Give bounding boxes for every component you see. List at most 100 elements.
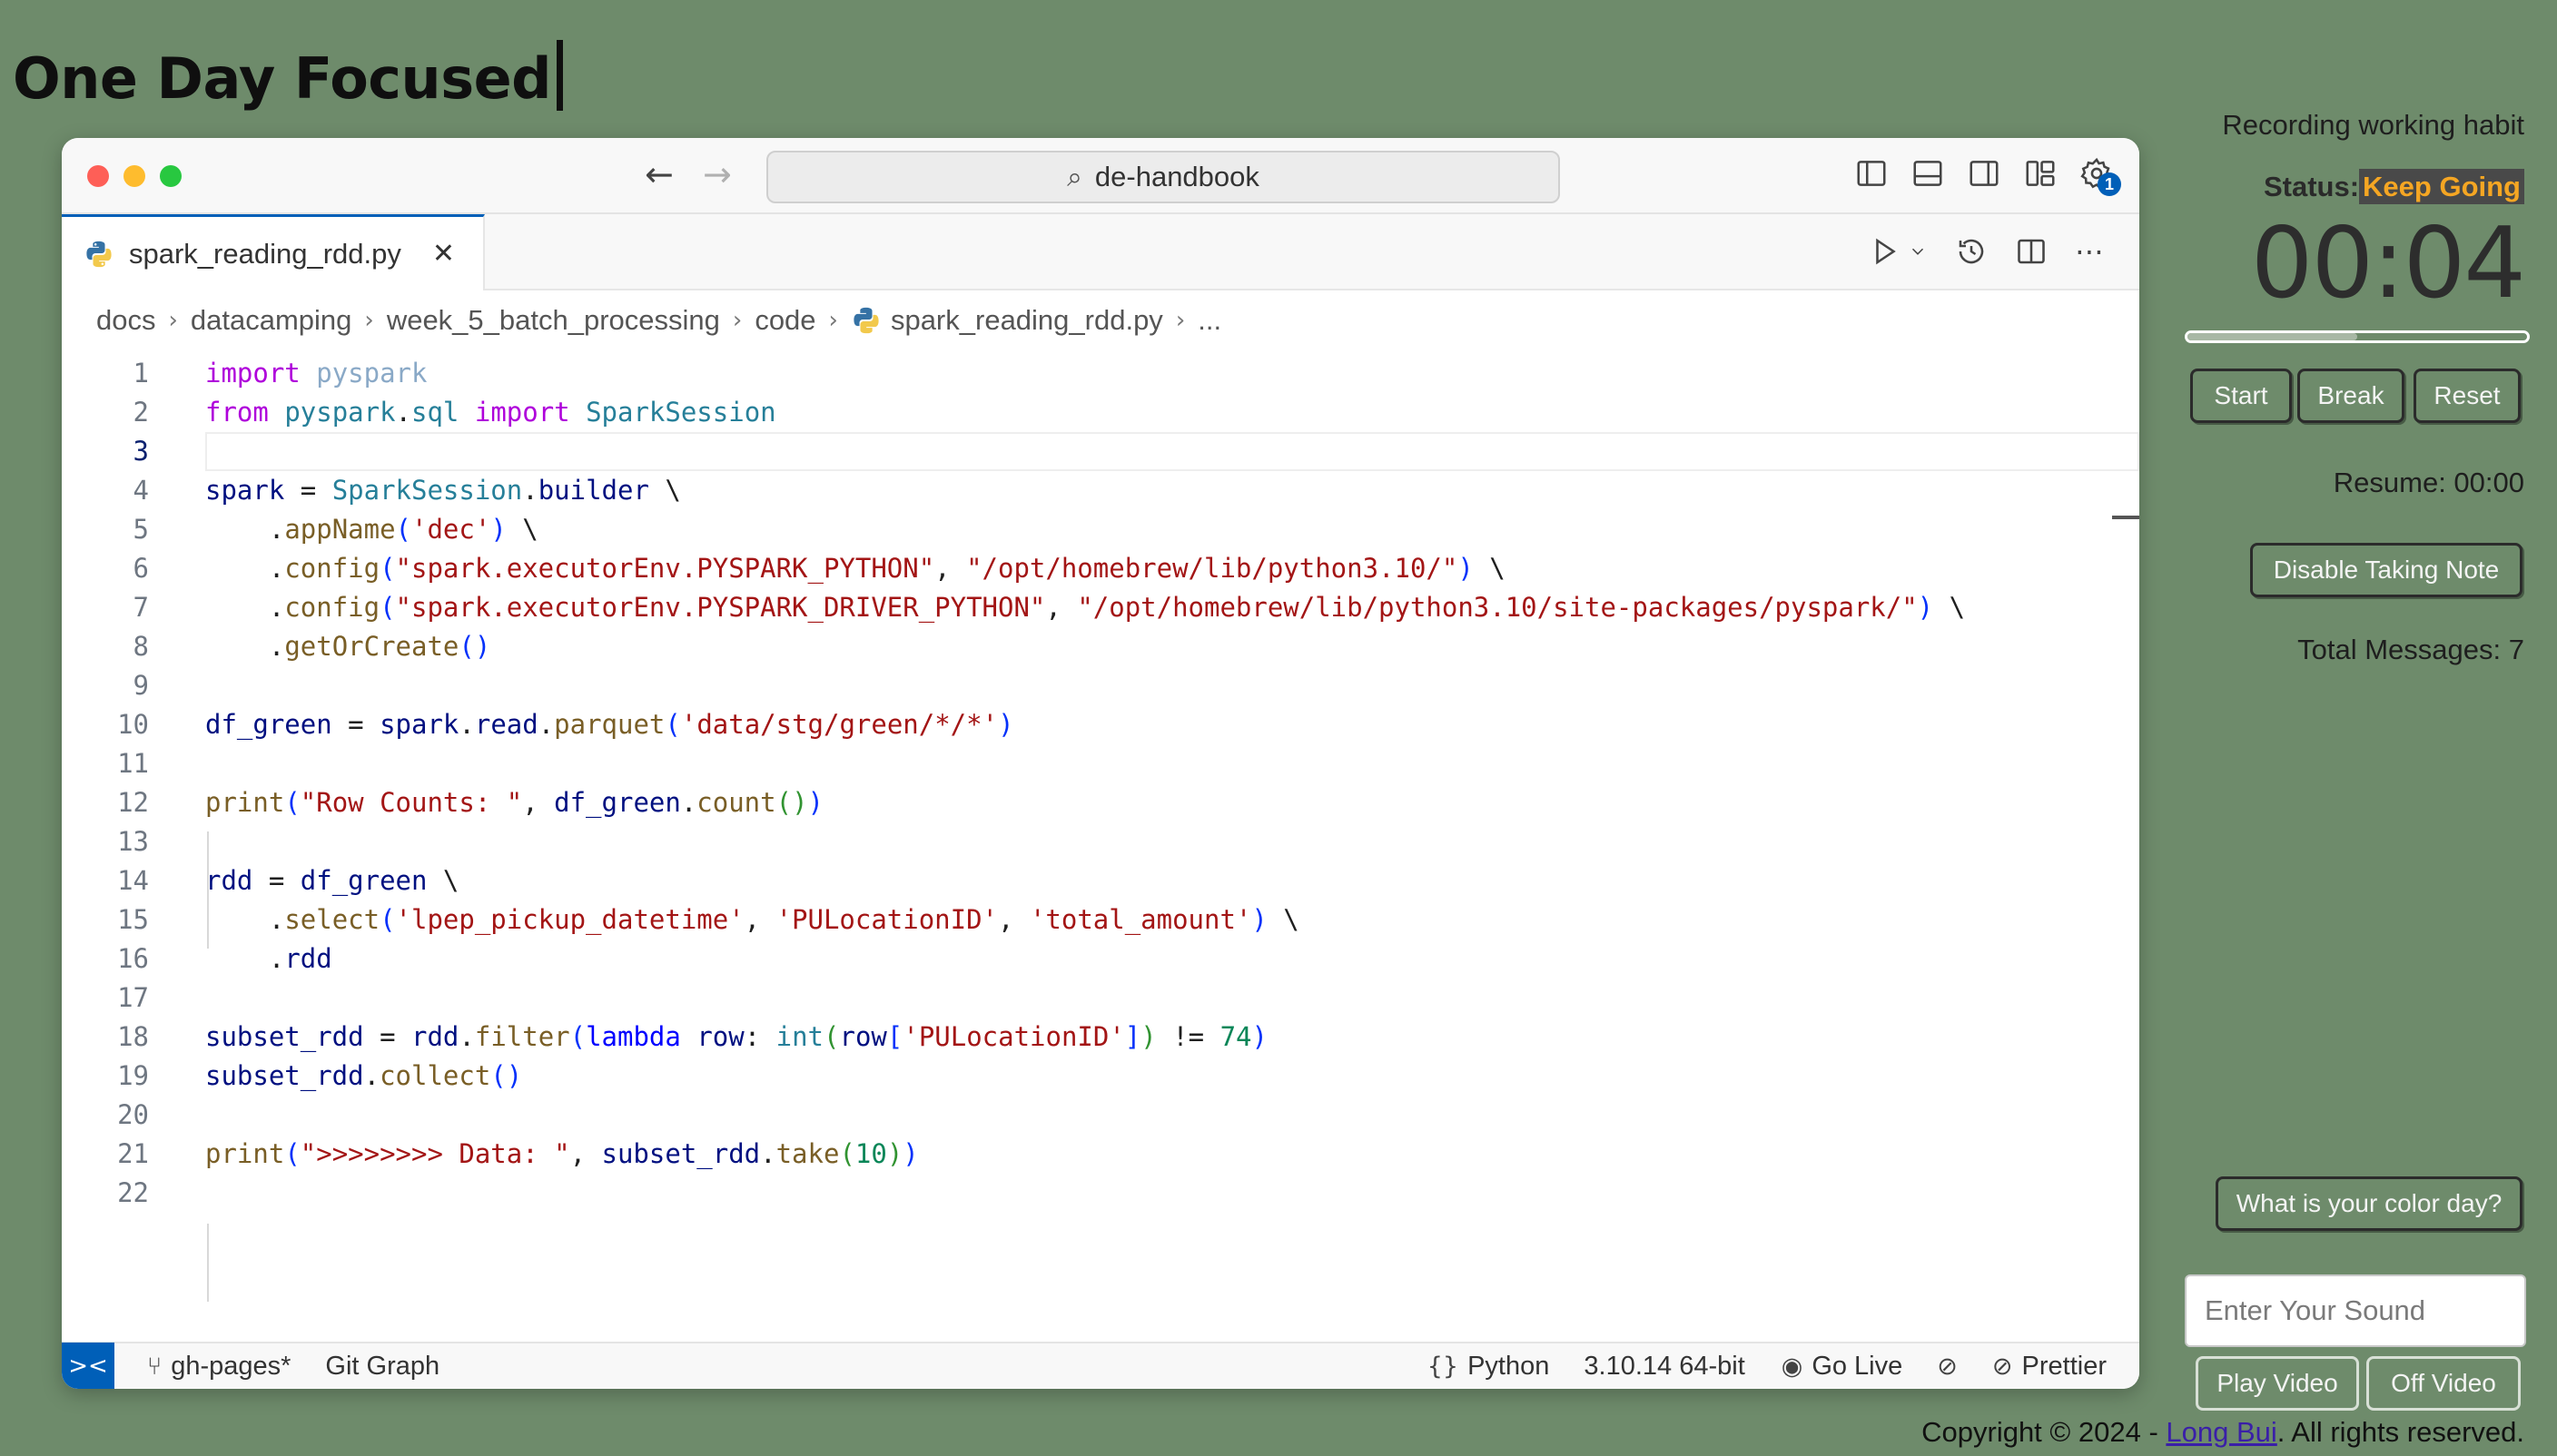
go-live-item[interactable]: ◉ Go Live xyxy=(1782,1352,1903,1382)
line-number: 7 xyxy=(133,592,149,623)
toggle-secondary-sidebar-icon[interactable] xyxy=(1967,156,2001,191)
code-line: 1 import pyspark xyxy=(62,354,2139,393)
notification-badge: 1 xyxy=(2098,172,2121,196)
breadcrumb-item[interactable]: ... xyxy=(1198,304,1221,337)
breadcrumb-item[interactable]: docs xyxy=(96,304,155,337)
toggle-panel-icon[interactable] xyxy=(1910,156,1945,191)
prettier-item[interactable]: ⊘ Prettier xyxy=(1992,1352,2107,1382)
break-button[interactable]: Break xyxy=(2297,369,2404,423)
line-number: 1 xyxy=(133,358,149,389)
command-center-search[interactable]: ⌕ de-handbook xyxy=(766,151,1560,203)
code-line: 4 spark = SparkSession.builder \ xyxy=(62,471,2139,510)
line-number: 13 xyxy=(117,826,149,857)
chevron-right-icon: › xyxy=(828,307,838,334)
breadcrumb-item[interactable]: spark_reading_rdd.py xyxy=(891,304,1163,337)
page-title: One Day Focused xyxy=(13,40,564,112)
minimize-window-button[interactable] xyxy=(123,165,145,187)
code-line: 2 from pyspark.sql import SparkSession xyxy=(62,393,2139,432)
line-number: 2 xyxy=(133,397,149,428)
git-branch-label: gh-pages* xyxy=(171,1351,291,1381)
timer-display: 00:04 xyxy=(2250,207,2526,320)
braces-icon: {} xyxy=(1427,1352,1459,1381)
color-day-button[interactable]: What is your color day? xyxy=(2216,1176,2522,1231)
code-line: 16 .rdd xyxy=(62,940,2139,979)
copilot-disabled-icon: ⊘ xyxy=(1937,1352,1958,1381)
language-label: Python xyxy=(1467,1351,1550,1381)
git-graph-item[interactable]: Git Graph xyxy=(325,1352,439,1382)
disable-taking-note-button[interactable]: Disable Taking Note xyxy=(2250,543,2522,597)
git-branch-item[interactable]: ⑂ gh-pages* xyxy=(147,1352,291,1382)
reset-button[interactable]: Reset xyxy=(2414,369,2521,423)
timer-progress-bar xyxy=(2185,330,2530,343)
code-line: 8 .getOrCreate() xyxy=(62,627,2139,666)
zoom-window-button[interactable] xyxy=(160,165,182,187)
broadcast-icon: ◉ xyxy=(1781,1352,1803,1381)
line-number: 16 xyxy=(117,943,149,974)
breadcrumb-item[interactable]: week_5_batch_processing xyxy=(387,304,720,337)
play-video-button[interactable]: Play Video xyxy=(2196,1356,2359,1411)
code-line: 9 xyxy=(62,666,2139,705)
line-number: 15 xyxy=(117,904,149,935)
line-number: 6 xyxy=(133,553,149,584)
breadcrumb-item[interactable]: datacamping xyxy=(191,304,352,337)
git-graph-label: Git Graph xyxy=(325,1351,440,1381)
customize-layout-icon[interactable] xyxy=(2023,156,2058,191)
split-editor-icon[interactable] xyxy=(2015,235,2048,268)
language-mode-item[interactable]: {} Python xyxy=(1427,1352,1550,1382)
line-number: 19 xyxy=(117,1060,149,1091)
author-link[interactable]: Long Bui xyxy=(2166,1416,2276,1448)
code-line: 12 print("Row Counts: ", df_green.count()… xyxy=(62,783,2139,822)
more-actions-icon[interactable]: ⋯ xyxy=(2075,234,2107,269)
code-line: 13 xyxy=(62,822,2139,861)
breadcrumb: docs › datacamping › week_5_batch_proces… xyxy=(96,292,1221,349)
recording-caption: Recording working habit xyxy=(2222,109,2524,141)
status-label: Status: xyxy=(2263,171,2360,202)
breadcrumb-item[interactable]: code xyxy=(755,304,815,337)
run-python-file-icon[interactable] xyxy=(1868,235,1900,268)
line-number: 9 xyxy=(133,670,149,701)
status-value: Keep Going xyxy=(2359,169,2524,204)
timeline-history-icon[interactable] xyxy=(1955,235,1988,268)
off-video-button[interactable]: Off Video xyxy=(2366,1356,2521,1411)
remote-window-icon[interactable]: >< xyxy=(62,1343,114,1389)
line-number: 12 xyxy=(117,787,149,818)
chevron-right-icon: › xyxy=(732,307,743,334)
line-number: 4 xyxy=(133,475,149,506)
copilot-item[interactable]: ⊘ xyxy=(1937,1353,1958,1381)
python-file-icon xyxy=(84,239,114,270)
chevron-right-icon: › xyxy=(1175,307,1186,334)
text-caret xyxy=(557,40,564,111)
close-window-button[interactable] xyxy=(87,165,109,187)
tab-bar: spark_reading_rdd.py ✕ ⋯ xyxy=(62,214,2139,290)
chevron-right-icon: › xyxy=(168,307,178,334)
footer-prefix: Copyright © 2024 - xyxy=(1921,1416,2167,1448)
settings-gear-icon[interactable]: 1 xyxy=(2079,156,2121,196)
tab-spark-reading-rdd[interactable]: spark_reading_rdd.py ✕ xyxy=(62,214,485,290)
chevron-right-icon: › xyxy=(364,307,374,334)
interpreter-item[interactable]: 3.10.14 64-bit xyxy=(1584,1352,1744,1382)
status-line: Status: Keep Going xyxy=(2263,169,2524,204)
interpreter-label: 3.10.14 64-bit xyxy=(1584,1351,1745,1381)
prettier-label: Prettier xyxy=(2021,1351,2107,1381)
line-number: 10 xyxy=(117,709,149,740)
sound-input[interactable] xyxy=(2185,1274,2526,1347)
run-options-chevron-icon[interactable] xyxy=(1908,241,1928,261)
start-button[interactable]: Start xyxy=(2190,369,2292,423)
code-line: 14 rdd = df_green \ xyxy=(62,861,2139,900)
line-number: 5 xyxy=(133,514,149,545)
toggle-primary-sidebar-icon[interactable] xyxy=(1854,156,1889,191)
footer-copyright: Copyright © 2024 - Long Bui. All rights … xyxy=(1921,1416,2524,1449)
code-editor[interactable]: 1 import pyspark 2 from pyspark.sql import… xyxy=(62,352,2139,1389)
line-number: 21 xyxy=(117,1138,149,1169)
search-icon: ⌕ xyxy=(1067,161,1082,193)
code-line: 5 .appName('dec') \ xyxy=(62,510,2139,549)
close-tab-icon[interactable]: ✕ xyxy=(432,238,455,270)
back-arrow-icon[interactable]: ← xyxy=(645,154,674,194)
title-bar: ← → ⌕ de-handbook 1 xyxy=(62,138,2139,214)
line-number: 11 xyxy=(117,748,149,779)
workspace-name: de-handbook xyxy=(1094,161,1259,192)
python-file-icon xyxy=(851,305,882,336)
prettier-check-icon: ⊘ xyxy=(1991,1352,2013,1381)
tab-label: spark_reading_rdd.py xyxy=(129,237,401,270)
forward-arrow-icon[interactable]: → xyxy=(703,154,732,194)
